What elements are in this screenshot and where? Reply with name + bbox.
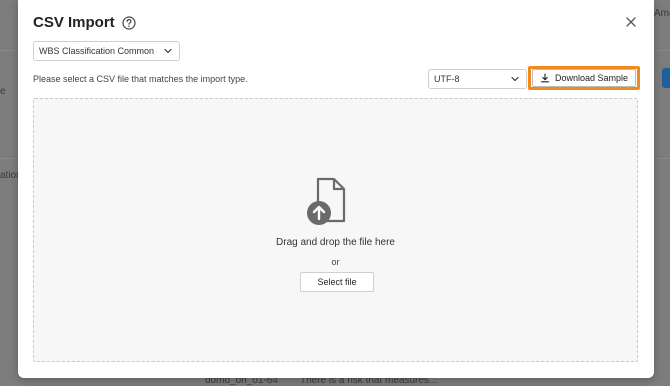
download-sample-label: Download Sample [554, 73, 629, 83]
download-sample-button[interactable]: Download Sample [532, 69, 636, 87]
or-text: or [331, 257, 340, 267]
encoding-select[interactable]: UTF-8 [428, 69, 527, 89]
chevron-down-icon [164, 48, 172, 54]
chevron-down-icon [511, 76, 519, 82]
close-icon[interactable] [624, 15, 638, 29]
file-dropzone[interactable]: Drag and drop the file here or Select fi… [33, 98, 638, 362]
import-hint-text: Please select a CSV file that matches th… [33, 74, 248, 84]
encoding-value: UTF-8 [434, 74, 460, 84]
download-icon [540, 73, 550, 83]
help-icon[interactable] [122, 15, 136, 30]
bg-button [662, 68, 670, 88]
select-file-button[interactable]: Select file [300, 272, 374, 292]
modal-title: CSV Import [33, 14, 115, 31]
import-type-value: WBS Classification Common [39, 46, 155, 56]
file-upload-icon [307, 177, 346, 225]
bg-fragment: e [0, 86, 6, 97]
bg-fragment: Ame [654, 8, 670, 19]
csv-import-modal: CSV Import WBS Classification Common Ple… [18, 0, 654, 378]
title-row: CSV Import [33, 14, 136, 31]
drag-drop-text: Drag and drop the file here [276, 237, 395, 248]
select-file-label: Select file [317, 277, 357, 287]
import-type-select[interactable]: WBS Classification Common [33, 41, 180, 61]
